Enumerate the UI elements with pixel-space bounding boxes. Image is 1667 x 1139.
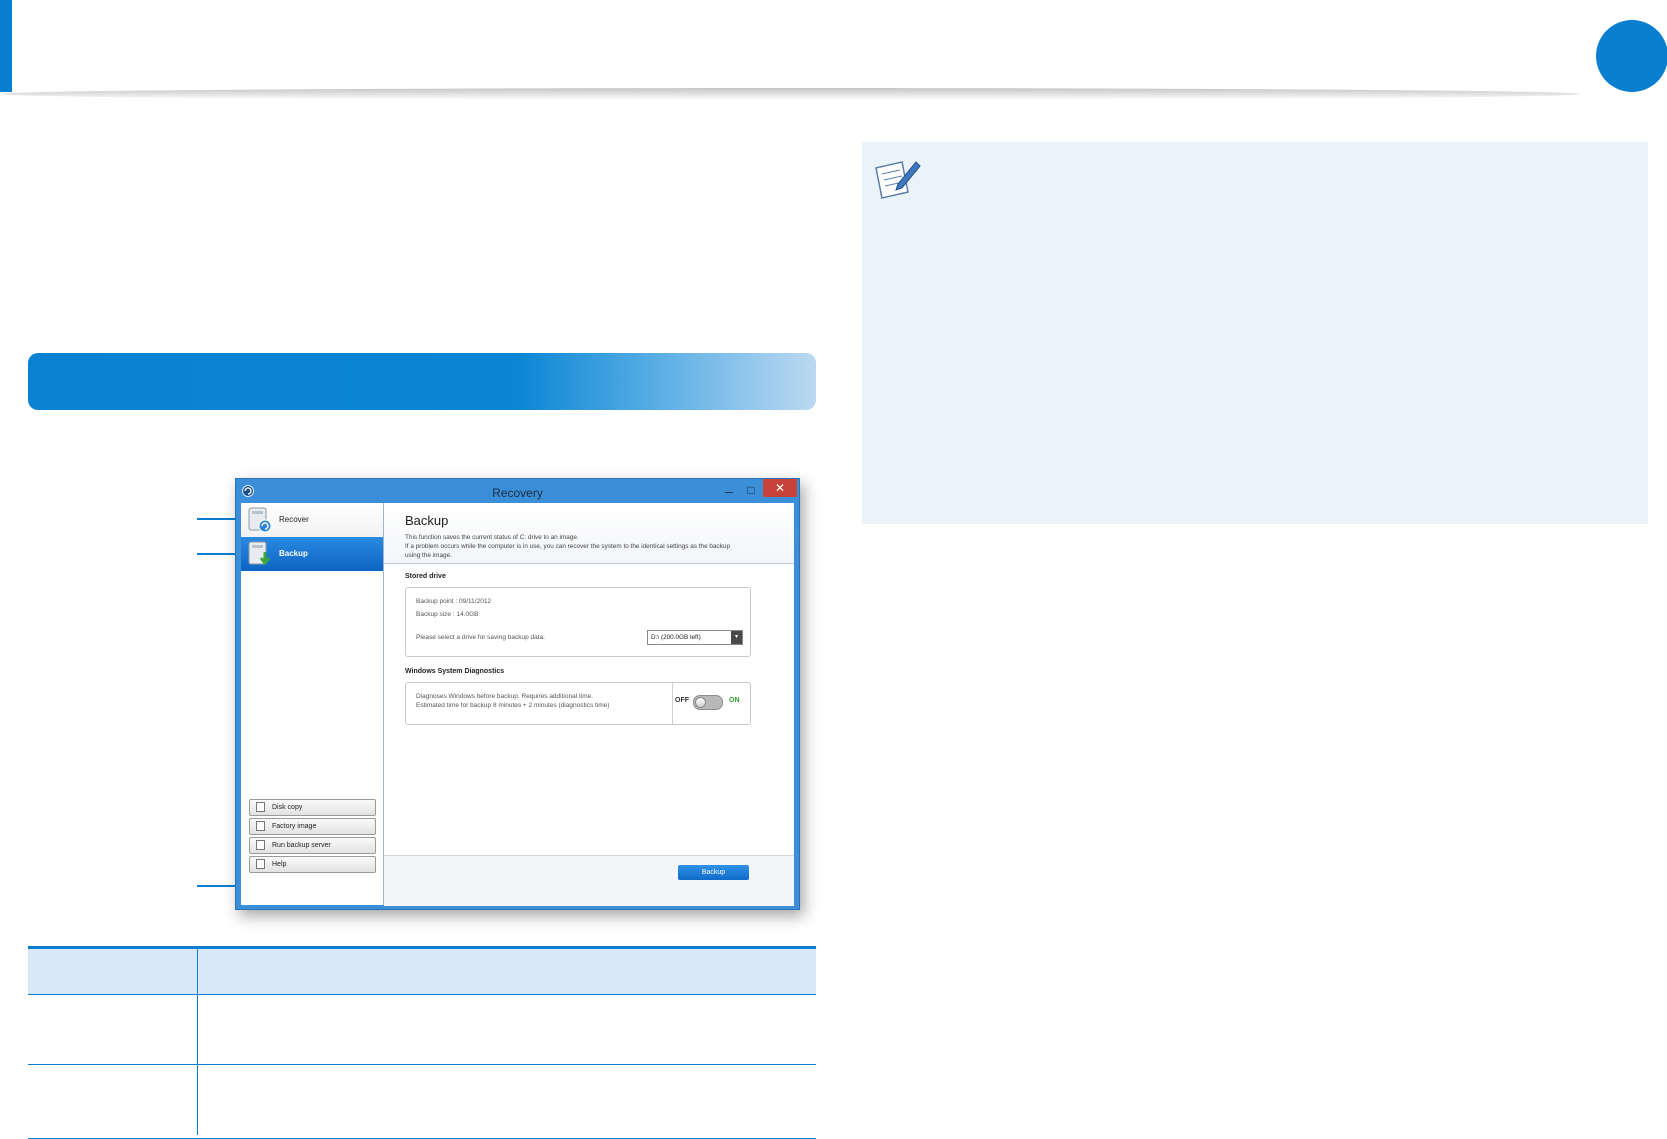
stored-drive-box: Backup point : 09/11/2012 Backup size : … xyxy=(405,587,751,657)
backup-size: Backup size : 14.0GB xyxy=(416,611,479,618)
diagnostics-toggle[interactable] xyxy=(693,695,723,710)
maximize-icon[interactable]: □ xyxy=(743,481,759,497)
sidebar-item-backup[interactable]: Backup xyxy=(241,537,383,571)
recovery-window: Recovery – □ ✕ Recover Backup Disk copy … xyxy=(235,478,800,910)
description-line-1: This function saves the current status o… xyxy=(405,534,579,541)
column-divider xyxy=(197,949,198,994)
help-icon xyxy=(256,859,265,869)
main-footer: Backup xyxy=(384,855,794,906)
disk-copy-button[interactable]: Disk copy xyxy=(249,799,376,816)
disk-copy-icon xyxy=(256,802,265,812)
sidebar-item-recover[interactable]: Recover xyxy=(241,503,383,537)
header-accent-bar xyxy=(0,0,12,92)
run-backup-server-label: Run backup server xyxy=(272,842,331,849)
column-divider xyxy=(197,1065,198,1135)
header-divider xyxy=(0,88,1580,100)
toggle-on-label: ON xyxy=(729,697,740,704)
table-row xyxy=(28,994,816,1065)
close-icon[interactable]: ✕ xyxy=(763,479,797,497)
run-backup-server-button[interactable]: Run backup server xyxy=(249,837,376,854)
factory-image-icon xyxy=(256,821,265,831)
description-line-2: If a problem occurs while the computer i… xyxy=(405,543,731,550)
description-line-3: using the image. xyxy=(405,552,452,559)
factory-image-button[interactable]: Factory image xyxy=(249,818,376,835)
table-row xyxy=(28,1064,816,1139)
recover-icon xyxy=(246,506,274,534)
chevron-down-icon[interactable]: ▾ xyxy=(731,631,742,644)
backup-point: Backup point : 09/11/2012 xyxy=(416,598,492,605)
minimize-icon[interactable]: – xyxy=(721,481,737,499)
divider xyxy=(672,683,673,724)
toggle-off-label: OFF xyxy=(675,697,689,704)
diagnostics-estimate: Estimated time for backup 8 minutes + 2 … xyxy=(416,702,610,709)
backup-server-icon xyxy=(256,840,265,850)
sidebar-item-label: Recover xyxy=(279,515,309,524)
sidebar-item-label: Backup xyxy=(279,549,308,558)
help-label: Help xyxy=(272,861,287,868)
drive-select-prompt: Please select a drive for saving backup … xyxy=(416,634,545,641)
diagnostics-description: Diagnoses Windows before backup. Require… xyxy=(416,693,594,700)
main-panel: Backup This function saves the current s… xyxy=(384,503,794,906)
window-body: Recover Backup Disk copy Factory image R… xyxy=(241,503,794,906)
column-divider xyxy=(197,995,198,1065)
backup-button[interactable]: Backup xyxy=(678,865,749,880)
toggle-knob[interactable] xyxy=(695,697,706,708)
diagnostics-box: Diagnoses Windows before backup. Require… xyxy=(405,682,751,725)
section-heading-bar xyxy=(28,353,816,410)
window-titlebar[interactable]: Recovery – □ ✕ xyxy=(236,479,799,503)
main-header: Backup This function saves the current s… xyxy=(384,503,794,564)
drive-select[interactable]: D:\ (200.0GB left) ▾ xyxy=(647,630,743,645)
chapter-badge xyxy=(1596,20,1667,92)
window-title: Recovery xyxy=(492,486,543,500)
factory-image-label: Factory image xyxy=(272,823,317,830)
table-header xyxy=(28,949,816,994)
sidebar: Recover Backup Disk copy Factory image R… xyxy=(241,503,384,905)
diagnostics-heading: Windows System Diagnostics xyxy=(405,668,505,675)
note-box xyxy=(862,142,1648,524)
drive-select-value: D:\ (200.0GB left) xyxy=(651,634,701,641)
help-button[interactable]: Help xyxy=(249,856,376,873)
stored-drive-heading: Stored drive xyxy=(405,573,446,580)
disk-copy-label: Disk copy xyxy=(272,804,303,811)
note-pencil-icon xyxy=(872,158,922,202)
backup-icon xyxy=(246,540,274,568)
page-title: Backup xyxy=(405,513,449,528)
